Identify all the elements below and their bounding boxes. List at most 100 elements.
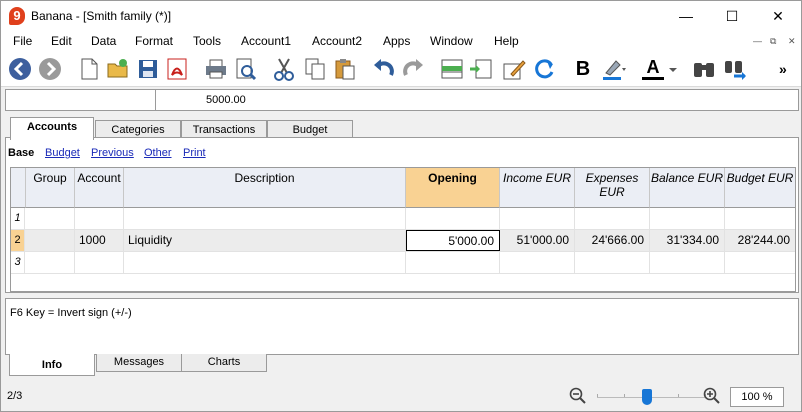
cell-group[interactable]: [26, 208, 75, 229]
insert-rows-icon[interactable]: [468, 56, 494, 82]
view-previous[interactable]: Previous: [91, 147, 134, 159]
text-color-dropdown-icon[interactable]: [667, 56, 679, 82]
tab-messages[interactable]: Messages: [96, 354, 182, 372]
cell-balance[interactable]: [650, 208, 725, 229]
column-header-income[interactable]: Income EUR: [500, 168, 575, 208]
menu-bar: File Edit Data Format Tools Account1 Acc…: [1, 31, 801, 51]
menu-account1[interactable]: Account1: [241, 34, 291, 48]
row-number: 3: [11, 252, 25, 273]
table-row[interactable]: 3: [11, 252, 795, 274]
cell-opening[interactable]: [406, 252, 500, 273]
menu-file[interactable]: File: [13, 34, 32, 48]
view-other[interactable]: Other: [144, 147, 172, 159]
cell-account[interactable]: 1000: [75, 230, 124, 251]
cell-group[interactable]: [26, 252, 75, 273]
cell-expenses[interactable]: 24'666.00: [575, 230, 650, 251]
print-icon[interactable]: [203, 56, 229, 82]
menu-window[interactable]: Window: [430, 34, 473, 48]
column-header-description[interactable]: Description: [124, 168, 406, 208]
cell-account[interactable]: [75, 252, 124, 273]
column-header-balance[interactable]: Balance EUR: [650, 168, 725, 208]
cell-editor[interactable]: 5000.00: [5, 89, 799, 111]
mdi-minimize-button[interactable]: —: [753, 36, 762, 46]
app-window: 9 Banana - [Smith family (*)] — ☐ ✕ File…: [0, 0, 802, 412]
zoom-slider-thumb[interactable]: [641, 389, 652, 405]
zoom-slider-tick: [624, 394, 625, 397]
undo-icon[interactable]: [371, 56, 397, 82]
new-file-icon[interactable]: [76, 56, 102, 82]
menu-tools[interactable]: Tools: [193, 34, 221, 48]
find-icon[interactable]: [691, 56, 717, 82]
minimize-button[interactable]: —: [663, 1, 709, 31]
print-preview-icon[interactable]: [232, 56, 258, 82]
close-button[interactable]: ✕: [755, 1, 801, 31]
find-replace-icon[interactable]: [722, 56, 748, 82]
view-base[interactable]: Base: [8, 147, 34, 159]
window-title: Banana - [Smith family (*)]: [31, 9, 172, 23]
column-header-expenses[interactable]: Expenses EUR: [575, 168, 650, 208]
view-budget[interactable]: Budget: [45, 147, 80, 159]
cell-budget[interactable]: [725, 208, 795, 229]
mdi-close-button[interactable]: ✕: [788, 36, 796, 47]
cell-description[interactable]: [124, 252, 406, 273]
paste-icon[interactable]: [332, 56, 358, 82]
column-header-account[interactable]: Account: [75, 168, 124, 208]
cell-income[interactable]: 51'000.00: [500, 230, 575, 251]
cell-description[interactable]: [124, 208, 406, 229]
menu-data[interactable]: Data: [91, 34, 116, 48]
cell-balance[interactable]: [650, 252, 725, 273]
redo-icon[interactable]: [400, 56, 426, 82]
cut-icon[interactable]: [271, 56, 297, 82]
menu-help[interactable]: Help: [494, 34, 519, 48]
zoom-in-icon[interactable]: [703, 387, 721, 405]
highlight-color-icon[interactable]: [600, 56, 626, 82]
mdi-restore-button[interactable]: ⧉: [770, 36, 776, 47]
title-bar: 9 Banana - [Smith family (*)] — ☐ ✕: [1, 1, 801, 31]
cell-opening[interactable]: 5'000.00: [406, 230, 500, 251]
recheck-icon[interactable]: [531, 56, 557, 82]
open-folder-icon[interactable]: [105, 56, 131, 82]
cell-account[interactable]: [75, 208, 124, 229]
bold-icon[interactable]: B: [570, 56, 596, 82]
cell-budget[interactable]: 28'244.00: [725, 230, 795, 251]
text-color-icon[interactable]: A: [642, 56, 664, 80]
forward-icon[interactable]: [37, 56, 63, 82]
cell-expenses[interactable]: [575, 252, 650, 273]
view-print[interactable]: Print: [183, 147, 206, 159]
cell-balance[interactable]: 31'334.00: [650, 230, 725, 251]
menu-edit[interactable]: Edit: [51, 34, 72, 48]
table-row[interactable]: 2 1000 Liquidity 5'000.00 51'000.00 24'6…: [11, 230, 795, 252]
copy-icon[interactable]: [302, 56, 328, 82]
edit-pencil-icon[interactable]: [501, 56, 527, 82]
menu-apps[interactable]: Apps: [383, 34, 410, 48]
column-header-budget[interactable]: Budget EUR: [725, 168, 795, 208]
zoom-out-icon[interactable]: [569, 387, 587, 405]
maximize-button[interactable]: ☐: [709, 1, 755, 31]
add-rows-icon[interactable]: [439, 56, 465, 82]
zoom-value[interactable]: 100 %: [730, 387, 784, 407]
zoom-slider-tick: [597, 394, 598, 397]
tab-accounts[interactable]: Accounts: [10, 117, 94, 140]
cell-expenses[interactable]: [575, 208, 650, 229]
cell-description[interactable]: Liquidity: [124, 230, 406, 251]
save-icon[interactable]: [135, 56, 161, 82]
tab-info[interactable]: Info: [9, 354, 95, 376]
zoom-slider[interactable]: [597, 394, 707, 401]
back-icon[interactable]: [7, 56, 33, 82]
toolbar-overflow-button[interactable]: »: [779, 56, 801, 82]
column-header-group[interactable]: Group: [26, 168, 75, 208]
tab-charts[interactable]: Charts: [181, 354, 267, 372]
table-row[interactable]: 1: [11, 208, 795, 230]
row-number-header: [11, 168, 26, 208]
cell-income[interactable]: [500, 208, 575, 229]
menu-format[interactable]: Format: [135, 34, 173, 48]
accounts-table: Group Account Description Opening Income…: [10, 167, 796, 292]
cell-budget[interactable]: [725, 252, 795, 273]
row-number: 1: [11, 208, 25, 229]
cell-opening[interactable]: [406, 208, 500, 229]
column-header-opening[interactable]: Opening: [406, 168, 500, 208]
cell-income[interactable]: [500, 252, 575, 273]
pdf-icon[interactable]: [164, 56, 190, 82]
cell-group[interactable]: [26, 230, 75, 251]
menu-account2[interactable]: Account2: [312, 34, 362, 48]
